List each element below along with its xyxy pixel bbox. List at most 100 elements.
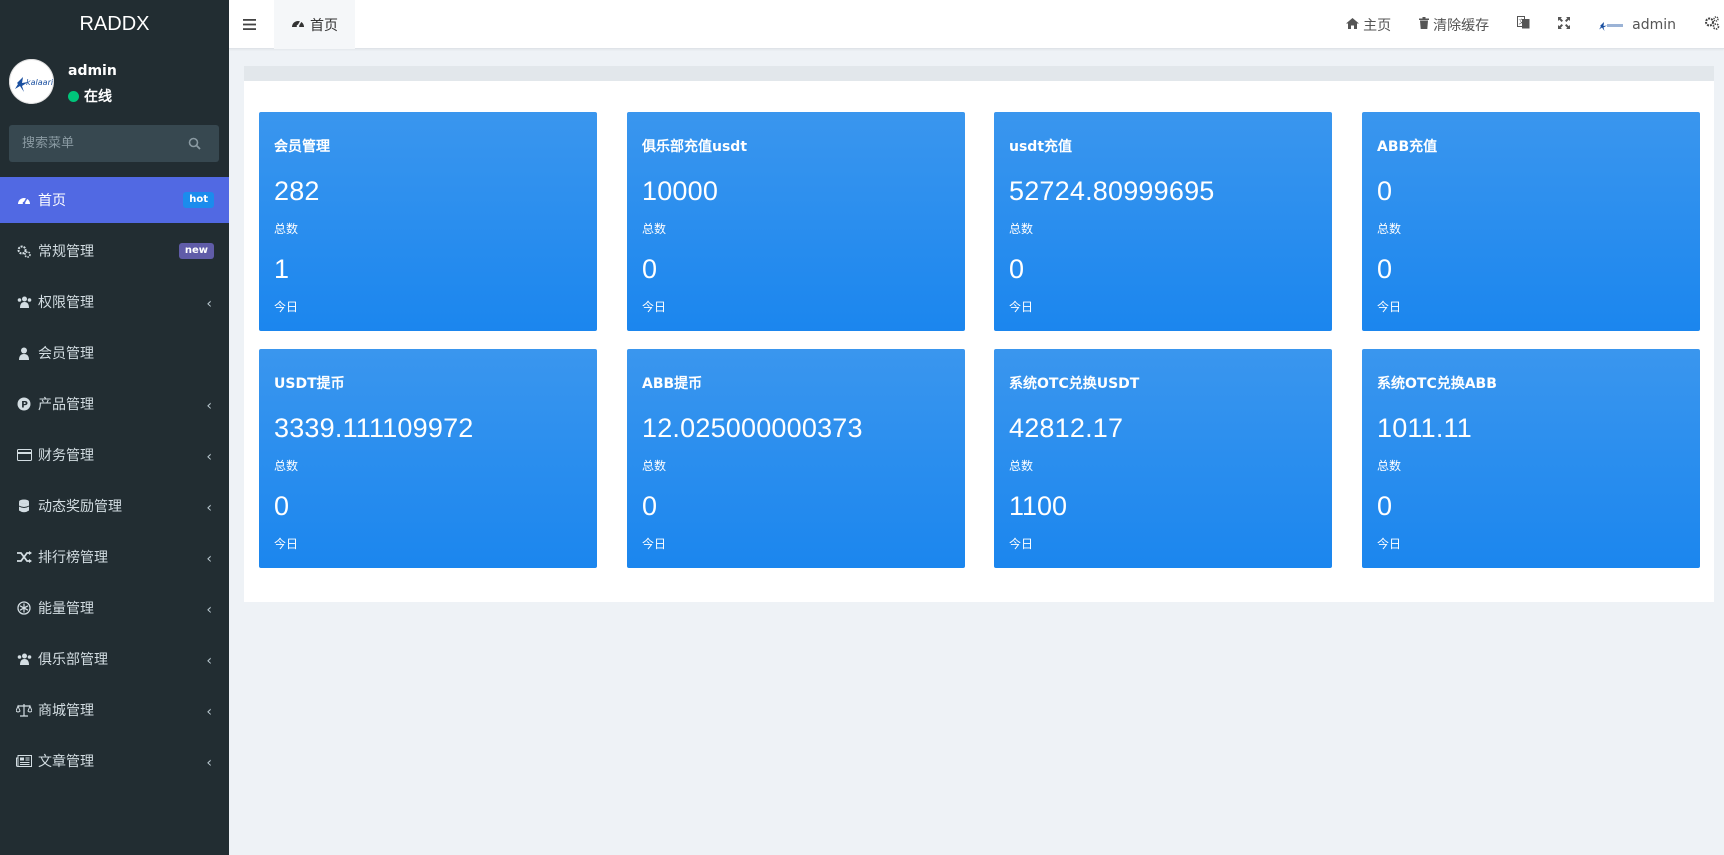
cogs-icon — [16, 243, 32, 259]
chevron-left-icon: ‹ — [206, 398, 212, 414]
group-icon — [16, 651, 32, 667]
user-panel: kalaari admin 在线 — [0, 49, 229, 114]
card-today-label: 今日 — [1009, 537, 1034, 551]
card-total-value: 10000 — [642, 176, 719, 206]
card-today-value: 0 — [274, 491, 290, 521]
card-total-value: 52724.80999695 — [1009, 176, 1215, 206]
sidebar-item-articles[interactable]: 文章管理 ‹ — [0, 738, 229, 784]
sidebar: RADDX kalaari admin 在线 首页 hot — [0, 0, 229, 855]
card-today-value: 0 — [1009, 254, 1025, 284]
card-total-label: 总数 — [1009, 222, 1034, 236]
home-link[interactable]: 主页 — [1332, 0, 1405, 49]
fullscreen-button[interactable] — [1544, 0, 1584, 49]
search-icon[interactable] — [179, 125, 209, 162]
sidebar-item-dynamic-rewards[interactable]: 动态奖励管理 ‹ — [0, 483, 229, 529]
card-title: 系统OTC兑换USDT — [1009, 376, 1140, 392]
language-switch-button[interactable]: 文 — [1503, 0, 1544, 49]
dashboard-icon — [16, 192, 32, 208]
sidebar-item-label: 动态奖励管理 — [38, 499, 122, 515]
sidebar-item-home[interactable]: 首页 hot — [0, 177, 229, 223]
card-today-value: 0 — [642, 254, 658, 284]
stat-card-club-recharge-usdt[interactable]: 俱乐部充值usdt 10000 总数 0 今日 — [627, 112, 965, 331]
card-today-label: 今日 — [1009, 300, 1034, 314]
tab-home[interactable]: 首页 — [274, 0, 355, 49]
chevron-left-icon: ‹ — [206, 704, 212, 720]
card-today-value: 0 — [1377, 491, 1393, 521]
sidebar-item-members[interactable]: 会员管理 — [0, 330, 229, 376]
sidebar-item-mall[interactable]: 商城管理 ‹ — [0, 687, 229, 733]
chevron-left-icon: ‹ — [206, 500, 212, 516]
card-title: USDT提币 — [274, 376, 345, 392]
chevron-left-icon: ‹ — [206, 296, 212, 312]
card-total-value: 12.025000000373 — [642, 413, 863, 443]
cogs-icon — [1704, 15, 1720, 34]
random-icon — [16, 549, 32, 565]
online-status-dot-icon — [68, 90, 79, 102]
settings-button[interactable] — [1690, 0, 1724, 49]
brand-logo[interactable]: RADDX — [0, 0, 229, 49]
card-title: usdt充值 — [1009, 139, 1073, 155]
hot-badge: hot — [183, 192, 214, 208]
card-today-label: 今日 — [274, 537, 299, 551]
card-title: ABB充值 — [1377, 139, 1438, 155]
card-total-value: 282 — [274, 176, 320, 206]
sidebar-item-general[interactable]: 常规管理 new — [0, 228, 229, 274]
chevron-left-icon: ‹ — [206, 602, 212, 618]
database-icon — [16, 498, 32, 514]
sidebar-item-clubs[interactable]: 俱乐部管理 ‹ — [0, 636, 229, 682]
card-title: ABB提币 — [642, 376, 703, 392]
content-header-strip — [244, 66, 1714, 81]
card-total-label: 总数 — [274, 459, 299, 473]
avatar[interactable]: kalaari — [9, 59, 54, 104]
card-total-value: 42812.17 — [1009, 413, 1124, 443]
sidebar-item-label: 排行榜管理 — [38, 550, 108, 566]
card-title: 俱乐部充值usdt — [642, 139, 748, 155]
chevron-left-icon: ‹ — [206, 653, 212, 669]
card-total-label: 总数 — [1377, 222, 1402, 236]
sidebar-item-label: 能量管理 — [38, 601, 94, 617]
sidebar-item-label: 权限管理 — [38, 295, 94, 311]
stat-card-members[interactable]: 会员管理 282 总数 1 今日 — [259, 112, 597, 331]
user-status: 在线 — [68, 86, 112, 106]
menu-search-input[interactable] — [9, 136, 179, 151]
sidebar-toggle-hamburger-icon[interactable] — [239, 14, 259, 34]
sidebar-item-products[interactable]: P 产品管理 ‹ — [0, 381, 229, 427]
card-title: 系统OTC兑换ABB — [1377, 376, 1497, 392]
user-status-label: 在线 — [84, 89, 112, 105]
card-title: 会员管理 — [274, 139, 330, 155]
sidebar-item-label: 产品管理 — [38, 397, 94, 413]
group-icon — [16, 294, 32, 310]
sidebar-item-finance[interactable]: 财务管理 ‹ — [0, 432, 229, 478]
sidebar-item-permissions[interactable]: 权限管理 ‹ — [0, 279, 229, 325]
sidebar-item-label: 会员管理 — [38, 346, 94, 362]
card-today-label: 今日 — [642, 537, 667, 551]
navbar-right-links: 主页 清除缓存 文 admin — [1332, 0, 1724, 49]
dashboard-icon — [291, 16, 305, 33]
stat-card-otc-usdt[interactable]: 系统OTC兑换USDT 42812.17 总数 1100 今日 — [994, 349, 1332, 568]
clear-cache-label: 清除缓存 — [1433, 17, 1490, 34]
card-today-label: 今日 — [274, 300, 299, 314]
stat-card-abb-withdraw[interactable]: ABB提币 12.025000000373 总数 0 今日 — [627, 349, 965, 568]
translate-icon: 文 — [1517, 16, 1530, 33]
expand-icon — [1558, 16, 1571, 33]
sidebar-item-leaderboard[interactable]: 排行榜管理 ‹ — [0, 534, 229, 580]
chevron-left-icon: ‹ — [206, 755, 212, 771]
stat-card-usdt-recharge[interactable]: usdt充值 52724.80999695 总数 0 今日 — [994, 112, 1332, 331]
card-today-value: 0 — [642, 491, 658, 521]
avatar-logo-text: kalaari — [26, 78, 54, 87]
stat-card-otc-abb[interactable]: 系统OTC兑换ABB 1011.11 总数 0 今日 — [1362, 349, 1700, 568]
clear-cache-button[interactable]: 清除缓存 — [1405, 0, 1503, 49]
chevron-left-icon: ‹ — [206, 449, 212, 465]
user-icon — [16, 345, 32, 361]
svg-text:文: 文 — [1519, 18, 1525, 26]
card-today-label: 今日 — [1377, 300, 1402, 314]
card-total-label: 总数 — [1377, 459, 1402, 473]
trash-icon — [1419, 16, 1430, 33]
admin-user-menu[interactable]: admin — [1584, 0, 1690, 49]
sidebar-item-energy[interactable]: 能量管理 ‹ — [0, 585, 229, 631]
stat-card-abb-recharge[interactable]: ABB充值 0 总数 0 今日 — [1362, 112, 1700, 331]
stat-card-usdt-withdraw[interactable]: USDT提币 3339.111109972 总数 0 今日 — [259, 349, 597, 568]
home-link-label: 主页 — [1363, 17, 1392, 34]
dashboard-panel: 会员管理 282 总数 1 今日 俱乐部充值usdt 10000 总数 0 今日… — [244, 81, 1714, 602]
card-total-value: 0 — [1377, 176, 1393, 206]
